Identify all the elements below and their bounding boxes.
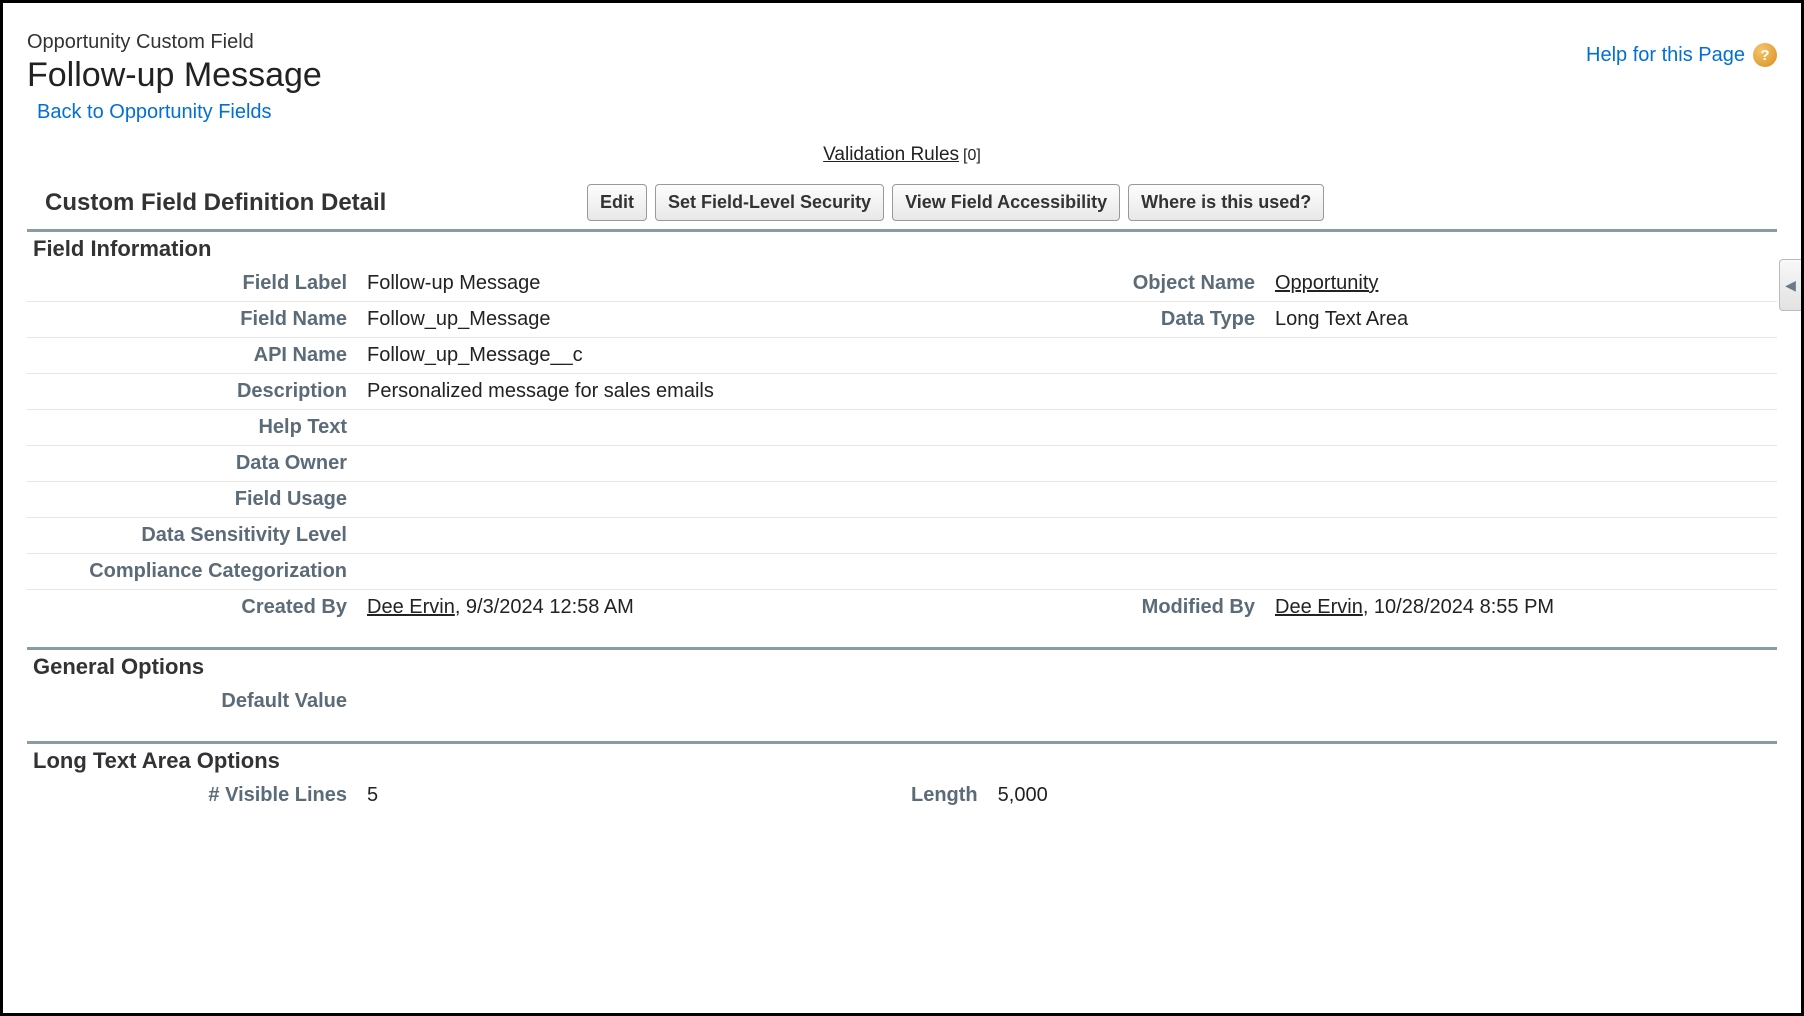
validation-rules-count: [0]: [963, 147, 981, 164]
label-default-value: Default Value: [27, 684, 357, 719]
value-object-name: Opportunity: [1265, 266, 1777, 302]
label-modified-by: Modified By: [985, 590, 1265, 626]
label-field-label: Field Label: [27, 266, 357, 302]
modified-by-user-link[interactable]: Dee Ervin: [1275, 596, 1363, 618]
page-title: Follow-up Message: [27, 56, 322, 95]
set-field-level-security-button[interactable]: Set Field-Level Security: [655, 184, 884, 221]
validation-rules-anchor[interactable]: Validation Rules: [823, 144, 959, 165]
label-data-owner: Data Owner: [27, 446, 357, 482]
value-field-name: Follow_up_Message: [357, 302, 985, 338]
label-object-name: Object Name: [985, 266, 1265, 302]
label-description: Description: [27, 374, 357, 410]
help-for-page-link[interactable]: Help for this Page: [1586, 44, 1745, 67]
section-title: Custom Field Definition Detail: [27, 189, 587, 217]
breadcrumb: Opportunity Custom Field: [27, 31, 322, 54]
value-data-sensitivity: [357, 518, 985, 554]
created-by-date: , 9/3/2024 12:58 AM: [455, 596, 634, 618]
value-compliance: [357, 554, 985, 590]
chevron-left-icon: ◀: [1785, 277, 1796, 294]
lta-options-heading: Long Text Area Options: [27, 741, 1777, 778]
value-field-usage: [357, 482, 985, 518]
value-help-text: [357, 410, 985, 446]
general-options-table: Default Value: [27, 684, 1777, 719]
field-information-heading: Field Information: [27, 229, 1777, 266]
label-field-name: Field Name: [27, 302, 357, 338]
modified-by-date: , 10/28/2024 8:55 PM: [1363, 596, 1554, 618]
value-api-name: Follow_up_Message__c: [357, 338, 985, 374]
label-compliance: Compliance Categorization: [27, 554, 357, 590]
value-field-label: Follow-up Message: [357, 266, 985, 302]
back-to-fields-link[interactable]: Back to Opportunity Fields: [37, 101, 272, 124]
edit-button[interactable]: Edit: [587, 184, 647, 221]
page-anchors: Validation Rules[0]: [27, 144, 1777, 166]
value-data-owner: [357, 446, 985, 482]
label-help-text: Help Text: [27, 410, 357, 446]
created-by-user-link[interactable]: Dee Ervin: [367, 596, 455, 618]
label-created-by: Created By: [27, 590, 357, 626]
help-icon[interactable]: ?: [1753, 43, 1777, 67]
label-data-sensitivity: Data Sensitivity Level: [27, 518, 357, 554]
label-data-type: Data Type: [985, 302, 1265, 338]
where-is-this-used-button[interactable]: Where is this used?: [1128, 184, 1324, 221]
label-api-name: API Name: [27, 338, 357, 374]
value-visible-lines: 5: [357, 778, 708, 813]
value-data-type: Long Text Area: [1265, 302, 1777, 338]
object-name-link[interactable]: Opportunity: [1275, 272, 1378, 294]
general-options-heading: General Options: [27, 647, 1777, 684]
view-field-accessibility-button[interactable]: View Field Accessibility: [892, 184, 1120, 221]
value-default-value: [357, 684, 927, 719]
label-field-usage: Field Usage: [27, 482, 357, 518]
label-visible-lines: # Visible Lines: [27, 778, 357, 813]
value-length: 5,000: [988, 778, 1777, 813]
field-information-table: Field Label Follow-up Message Object Nam…: [27, 266, 1777, 625]
value-modified-by: Dee Ervin, 10/28/2024 8:55 PM: [1265, 590, 1777, 626]
value-created-by: Dee Ervin, 9/3/2024 12:58 AM: [357, 590, 985, 626]
side-panel-toggle[interactable]: ◀: [1779, 259, 1801, 311]
label-length: Length: [708, 778, 988, 813]
lta-options-table: # Visible Lines 5 Length 5,000: [27, 778, 1777, 813]
value-description: Personalized message for sales emails: [357, 374, 985, 410]
